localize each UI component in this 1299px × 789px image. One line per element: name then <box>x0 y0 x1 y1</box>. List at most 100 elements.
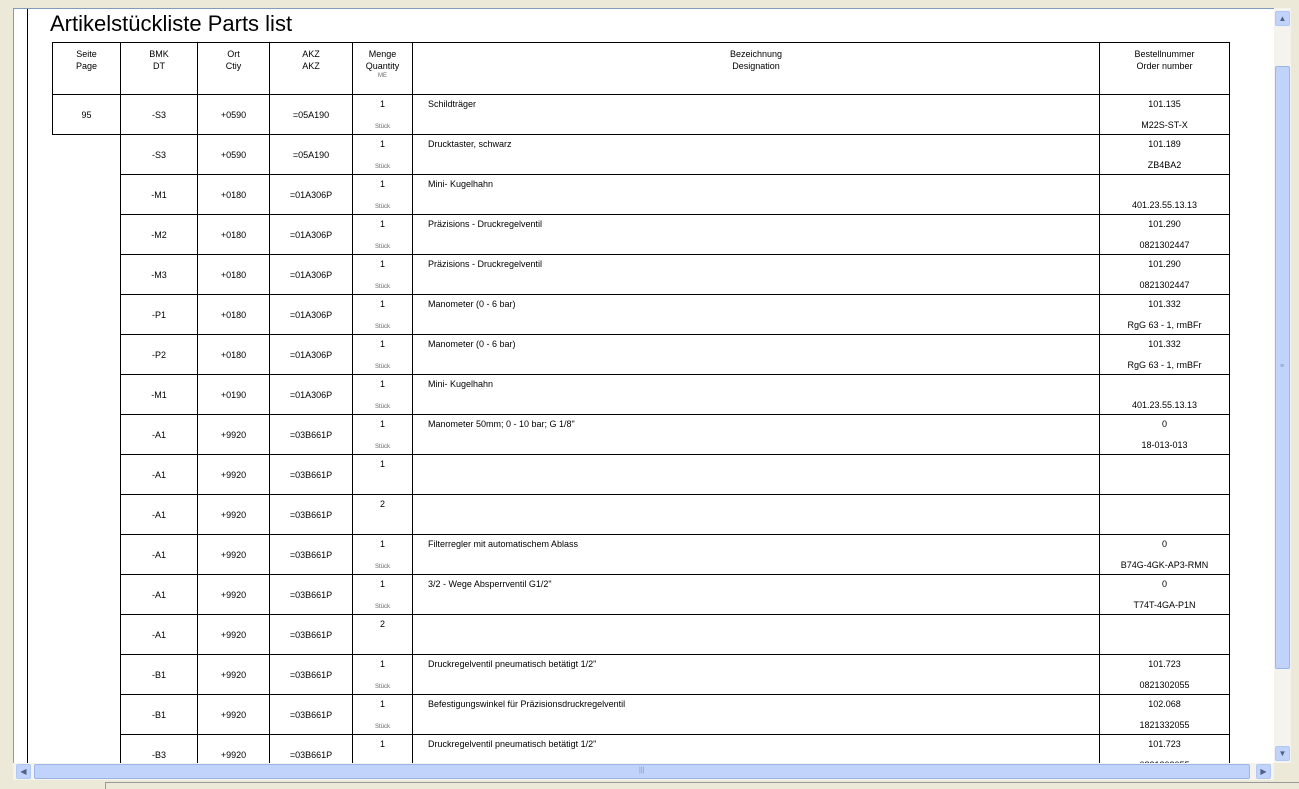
cell-order-number: 101.332 RgG 63 - 1, rmBFr <box>1099 294 1230 335</box>
order-number-primary: 0 <box>1161 579 1167 589</box>
cell-quantity: 2 <box>352 614 413 655</box>
cell-quantity: 1Stück <box>352 414 413 455</box>
quantity-value: 1 <box>379 339 385 349</box>
cell-order-number: 0 18-013-013 <box>1099 414 1230 455</box>
cell-bmk: -A1 <box>120 454 198 495</box>
table-row: -A1 +9920 =03B661P 1 Stück Filterregler mit a… <box>52 534 1230 575</box>
cell-bmk: -A1 <box>120 414 198 455</box>
cell-order-number: 101.290 0821302447 <box>1099 254 1230 295</box>
quantity-value: 1 <box>379 699 385 709</box>
header-ort: Ort Ctiy <box>197 42 270 95</box>
order-number-primary: 101.723 <box>1148 739 1181 749</box>
cell-quantity: 1Stück <box>352 734 413 764</box>
horizontal-scrollbar[interactable]: ◀ ||| ▶ <box>13 763 1274 780</box>
vertical-scroll-thumb[interactable]: ≡ <box>1275 66 1290 669</box>
cell-designation: Präzisions - Druckregelventil <box>412 214 1100 255</box>
order-number-secondary: ZB4BA2 <box>1147 160 1182 170</box>
cell-ort: +9920 <box>197 454 270 495</box>
quantity-value: 1 <box>379 379 385 389</box>
table-row: -A1 +9920 =03B661P 1 <box>52 454 1230 495</box>
cell-akz: =01A306P <box>269 174 353 215</box>
cell-ort: +9920 <box>197 654 270 695</box>
order-number-secondary: 18-013-013 <box>1141 440 1188 450</box>
cell-quantity: 1Stück <box>352 94 413 135</box>
cell-designation: Präzisions - Druckregelventil <box>412 254 1100 295</box>
cell-designation: Schildträger <box>412 94 1100 135</box>
scroll-down-button[interactable]: ▼ <box>1275 746 1290 761</box>
cell-ort: +9920 <box>197 734 270 764</box>
scroll-right-button[interactable]: ▶ <box>1256 764 1271 779</box>
cell-bmk: -M1 <box>120 374 198 415</box>
table-row: -M1 +0180 =01A306P 1 Stück Mini- Kugelhahn 401… <box>52 174 1230 215</box>
cell-ort: +9920 <box>197 494 270 535</box>
cell-page <box>52 414 121 455</box>
table-row: -A1 +9920 =03B661P 1 Stück 3/2 - Wege Absperr… <box>52 574 1230 615</box>
table-body: 95 -S3 +0590 =05A190 1 Stück Schildträger 101.1… <box>52 94 1230 764</box>
order-number-secondary: 0821302447 <box>1139 280 1190 290</box>
header-akz: AKZ AKZ <box>269 42 353 95</box>
cell-page <box>52 654 121 695</box>
order-number-secondary: 401.23.55.13.13 <box>1131 200 1198 210</box>
order-number-secondary: 1821332055 <box>1139 720 1190 730</box>
cell-ort: +0190 <box>197 374 270 415</box>
order-number-primary: 101.332 <box>1148 299 1181 309</box>
cell-designation <box>412 614 1100 655</box>
order-number-secondary: RgG 63 - 1, rmBFr <box>1127 320 1202 330</box>
order-number-secondary: 0821302447 <box>1139 240 1190 250</box>
quantity-value: 1 <box>379 579 385 589</box>
quantity-value: 1 <box>379 179 385 189</box>
horizontal-scroll-thumb[interactable]: ||| <box>34 764 1250 779</box>
cell-order-number: 101.189 ZB4BA2 <box>1099 134 1230 175</box>
order-number-secondary: B74G-4GK-AP3-RMN <box>1120 560 1209 570</box>
cell-page <box>52 734 121 764</box>
scroll-left-button[interactable]: ◀ <box>16 764 31 779</box>
header-page: Seite Page <box>52 42 121 95</box>
cell-akz: =03B661P <box>269 454 353 495</box>
table-row: -B1 +9920 =03B661P 1 Stück Druckregelventil p… <box>52 654 1230 695</box>
table-row: -M1 +0190 =01A306P 1 Stück Mini- Kugelhahn 401… <box>52 374 1230 415</box>
cell-designation <box>412 494 1100 535</box>
cell-designation: Drucktaster, schwarz <box>412 134 1100 175</box>
quantity-value: 1 <box>379 539 385 549</box>
order-number-secondary: M22S-ST-X <box>1141 120 1188 130</box>
cell-ort: +0180 <box>197 294 270 335</box>
cell-akz: =03B661P <box>269 494 353 535</box>
cell-akz: =05A190 <box>269 94 353 135</box>
cell-bmk: -A1 <box>120 494 198 535</box>
quantity-value: 1 <box>379 459 385 469</box>
cell-ort: +9920 <box>197 574 270 615</box>
cell-quantity: 2 <box>352 494 413 535</box>
cell-quantity: 1Stück <box>352 294 413 335</box>
cell-bmk: -P2 <box>120 334 198 375</box>
header-designation: Bezeichnung Designation <box>412 42 1100 95</box>
parts-table: Seite Page BMK DT Ort Ctiy AKZ AKZ Menge Quan… <box>52 42 1230 764</box>
cell-bmk: -A1 <box>120 534 198 575</box>
cell-ort: +9920 <box>197 694 270 735</box>
cell-page <box>52 214 121 255</box>
cell-akz: =01A306P <box>269 254 353 295</box>
quantity-unit: Stück <box>374 564 390 570</box>
cell-quantity: 1Stück <box>352 694 413 735</box>
quantity-unit: Stück <box>374 364 390 370</box>
quantity-value: 1 <box>379 259 385 269</box>
cell-bmk: -B3 <box>120 734 198 764</box>
cell-order-number: 0 B74G-4GK-AP3-RMN <box>1099 534 1230 575</box>
cell-akz: =03B661P <box>269 534 353 575</box>
cell-designation: Mini- Kugelhahn <box>412 174 1100 215</box>
cell-quantity: 1 Stück <box>352 334 413 375</box>
cell-quantity: 1Stück <box>352 214 413 255</box>
header-quantity: Menge Quantity ME <box>352 42 413 95</box>
table-row: -M2 +0180 =01A306P 1 Stück Präzisions - Druck… <box>52 214 1230 255</box>
arrow-left-icon: ◀ <box>20 767 27 776</box>
scroll-up-button[interactable]: ▲ <box>1275 11 1290 26</box>
cell-quantity: 1 Stück <box>352 534 413 575</box>
cell-bmk: -A1 <box>120 614 198 655</box>
cell-bmk: -M3 <box>120 254 198 295</box>
cell-page <box>52 534 121 575</box>
order-number-secondary: 401.23.55.13.13 <box>1131 400 1198 410</box>
vertical-scrollbar[interactable]: ▲ ≡ ▼ <box>1274 8 1291 763</box>
cell-quantity: 1Stück <box>352 174 413 215</box>
cell-page <box>52 494 121 535</box>
cell-ort: +0590 <box>197 94 270 135</box>
quantity-unit: Stück <box>374 244 390 250</box>
